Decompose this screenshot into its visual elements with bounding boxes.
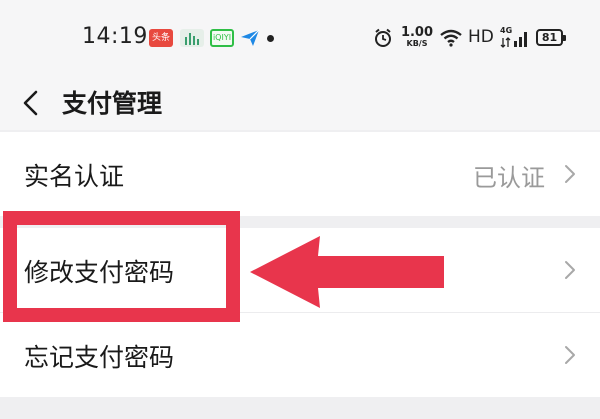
back-arrow-icon[interactable] <box>18 83 46 123</box>
status-time: 14:19 <box>82 24 148 49</box>
page-title: 支付管理 <box>62 89 163 118</box>
iqiyi-icon: iQIYI <box>210 29 234 47</box>
status-bar: 14:19 头条 iQIYI 1.00 KB/S HD 4G 81 <box>0 0 600 76</box>
alarm-icon <box>373 28 393 52</box>
row-label: 忘记支付密码 <box>24 343 175 372</box>
highlight-box <box>3 211 240 322</box>
wifi-icon <box>439 29 463 51</box>
annotation-arrow-icon <box>248 232 448 316</box>
battery-indicator: 81 <box>536 29 566 46</box>
list-item-forgot-payment-password[interactable]: 忘记支付密码 <box>0 313 600 397</box>
header: 支付管理 <box>0 76 600 130</box>
chevron-right-icon <box>562 163 578 185</box>
signal-icon: 4G <box>500 26 530 50</box>
row-label: 实名认证 <box>24 162 125 191</box>
tree-icon <box>180 29 204 47</box>
hd-indicator: HD <box>468 27 494 47</box>
chevron-right-icon <box>562 344 578 366</box>
chevron-right-icon <box>562 259 578 281</box>
toutiao-icon: 头条 <box>149 29 173 47</box>
send-icon <box>238 29 262 47</box>
network-speed: 1.00 KB/S <box>400 25 434 48</box>
list-item-real-name-verification[interactable]: 实名认证 已认证 <box>0 132 600 216</box>
notification-dot <box>267 35 274 42</box>
verification-status: 已认证 <box>473 164 545 192</box>
